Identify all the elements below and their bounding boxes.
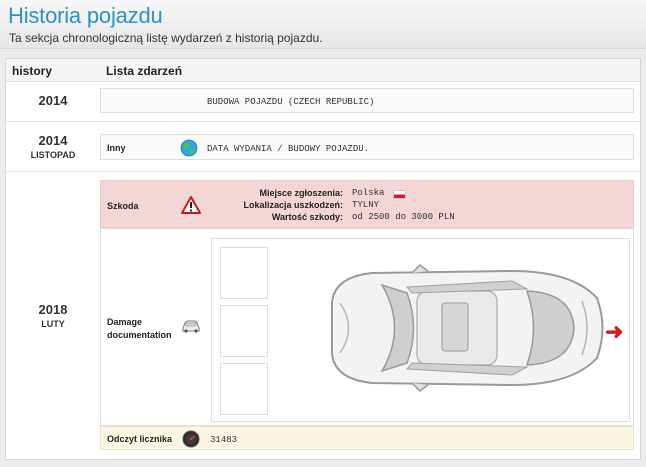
documentation-label-line1: Damage (107, 317, 143, 327)
event-type-label: Szkoda (107, 201, 139, 211)
damage-place-value: Polska (352, 188, 385, 198)
event-text: BUDOWA POJAZDU (CZECH REPUBLIC) (207, 97, 375, 107)
year-cell-2014: 2014 (6, 93, 100, 108)
event-box-inny: Inny DATA WYDANIA / BUDOWY POJAZDU. (100, 134, 634, 160)
event-text: DATA WYDANIA / BUDOWY POJAZDU. (207, 144, 370, 154)
photo-thumbnail[interactable] (220, 247, 268, 299)
odometer-value: 31483 (210, 435, 238, 445)
year-cell-2014-listopad: 2014 LISTOPAD (6, 133, 100, 160)
damage-location-value: TYLNY (352, 200, 380, 210)
damage-location-arrow-icon: ➜ (605, 319, 624, 344)
event-box-odometer: Odczyt licznika 31483 (100, 426, 634, 450)
table-header: history Lista zdarzeń (6, 59, 640, 82)
odometer-label: Odczyt licznika (107, 434, 173, 444)
page-title: Historia pojazdu (8, 3, 163, 28)
speedometer-icon (182, 430, 200, 453)
year-cell-2018-luty: 2018 LUTY (6, 302, 100, 329)
damage-diagram-frame: ➜ (211, 238, 630, 422)
history-table: history Lista zdarzeń 2014 BUDOWA POJAZD… (5, 58, 641, 460)
event-box-documentation: Damage documentation ➜ (100, 228, 634, 426)
event-box-build: BUDOWA POJAZDU (CZECH REPUBLIC) (100, 88, 634, 113)
damage-location-key: Lokalizacja uszkodzeń: (243, 200, 343, 210)
photo-thumbnail[interactable] (220, 363, 268, 415)
car-icon (181, 319, 201, 338)
damage-value-key: Wartość szkody: (271, 212, 343, 222)
row-divider (6, 121, 640, 122)
event-box-damage: Szkoda Miejsce zgłoszenia: Polska Lokali… (100, 180, 634, 228)
page-subtitle: Ta sekcja chronologiczną listę wydarzeń … (9, 31, 323, 45)
month-label: LISTOPAD (30, 150, 76, 160)
page-header: Historia pojazdu Ta sekcja chronologiczn… (0, 0, 646, 49)
year-label: 2018 (38, 302, 68, 317)
column-header-history: history (12, 64, 53, 78)
documentation-label: Damage documentation (107, 316, 172, 342)
event-type-label: Inny (107, 143, 126, 153)
month-label: LUTY (41, 319, 65, 329)
year-label: 2014 (38, 93, 68, 108)
damage-place-key: Miejsce zgłoszenia: (259, 188, 343, 198)
row-divider (6, 171, 640, 172)
documentation-label-line2: documentation (107, 330, 172, 340)
flag-poland-icon (393, 190, 406, 199)
year-label: 2014 (38, 133, 68, 148)
column-header-events: Lista zdarzeń (106, 64, 183, 78)
photo-thumbnail[interactable] (220, 305, 268, 357)
globe-icon (180, 139, 198, 162)
car-damage-diagram (331, 264, 604, 392)
damage-value-value: od 2500 do 3000 PLN (352, 212, 455, 222)
